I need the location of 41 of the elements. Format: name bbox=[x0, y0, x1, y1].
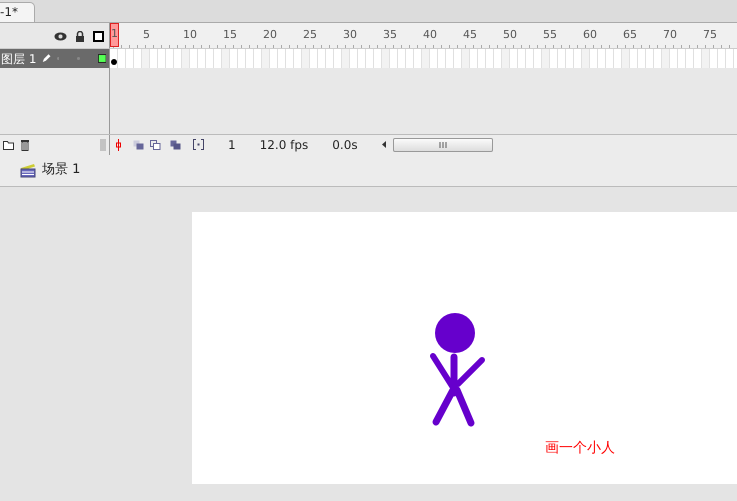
center-frame-icon[interactable] bbox=[116, 138, 121, 150]
frame-number: 55 bbox=[543, 27, 557, 43]
frame-number: 10 bbox=[183, 27, 197, 43]
clapperboard-icon bbox=[20, 162, 36, 178]
onion-outline-icon[interactable] bbox=[150, 140, 161, 150]
edit-frames-icon[interactable] bbox=[170, 140, 181, 150]
frame-number: 65 bbox=[623, 27, 637, 43]
scroll-left-icon[interactable] bbox=[382, 141, 387, 148]
frame-number: 50 bbox=[503, 27, 517, 43]
frame-number: 40 bbox=[423, 27, 437, 43]
layer-name: 图层 1 bbox=[0, 50, 36, 68]
frame-number: 15 bbox=[223, 27, 237, 43]
folder-icon[interactable] bbox=[3, 140, 14, 150]
frame-number: 5 bbox=[143, 27, 150, 43]
trash-icon[interactable] bbox=[20, 138, 30, 150]
frame-number: 20 bbox=[263, 27, 277, 43]
playhead[interactable]: 1 bbox=[110, 23, 119, 47]
grip-icon[interactable] bbox=[100, 138, 106, 150]
outline-icon[interactable] bbox=[93, 30, 104, 42]
frame-number: 25 bbox=[303, 27, 317, 43]
frame-rate: 12.0 fps bbox=[260, 136, 308, 154]
frame-number: 45 bbox=[463, 27, 477, 43]
caption-text: 画一个小人 bbox=[545, 439, 615, 458]
layer-color-icon[interactable] bbox=[98, 53, 106, 64]
pencil-icon bbox=[42, 53, 51, 64]
elapsed-time: 0.0s bbox=[332, 136, 358, 154]
frame-number: 30 bbox=[343, 27, 357, 43]
frame-number: 75 bbox=[703, 27, 717, 43]
onion-markers-icon[interactable] bbox=[193, 139, 204, 150]
document-tab[interactable]: -1* bbox=[0, 2, 35, 22]
onion-skin-icon[interactable] bbox=[133, 140, 144, 150]
scene-name[interactable]: 场景 1 bbox=[42, 160, 80, 180]
frame-number: 60 bbox=[583, 27, 597, 43]
layer-row[interactable]: 图层 1 bbox=[0, 49, 110, 68]
keyframe-icon bbox=[111, 59, 117, 65]
scrollbar-thumb[interactable] bbox=[392, 138, 493, 152]
frame-number: 70 bbox=[663, 27, 677, 43]
frame-number: 35 bbox=[383, 27, 397, 43]
current-frame: 1 bbox=[228, 136, 236, 154]
lock-icon[interactable] bbox=[75, 30, 85, 42]
eye-icon[interactable] bbox=[54, 32, 67, 40]
